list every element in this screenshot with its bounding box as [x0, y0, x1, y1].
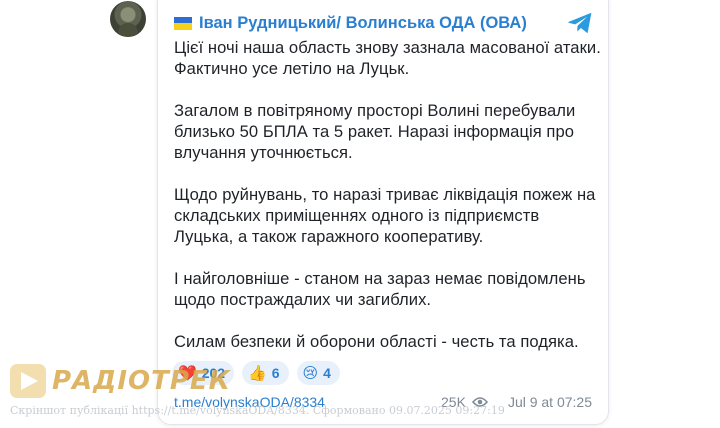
text-line: Загалом в повітряному просторі Волині пе… [174, 101, 576, 120]
reaction-crying[interactable]: 😢 4 [296, 361, 340, 385]
text-line: Луцька, а також гаражного кооперативу. [174, 227, 484, 246]
text-line: складських приміщеннях одного із підприє… [174, 206, 540, 225]
radiotrek-logo-icon [10, 364, 46, 398]
crying-face-icon: 😢 [302, 364, 319, 382]
reaction-thumbs-up[interactable]: 👍 6 [242, 361, 289, 385]
watermark-brand: РАДІОТРЕК [52, 366, 231, 396]
author-name[interactable]: Іван Рудницький/ Волинська ОДА (ОВА) [199, 14, 527, 33]
post-paragraph: Загалом в повітряному просторі Волині пе… [174, 100, 599, 163]
screenshot-caption: Скріншот публікації https://t.me/volynsk… [10, 404, 505, 417]
text-line: Силам безпеки й оборони області - честь … [174, 332, 579, 351]
post-header: Іван Рудницький/ Волинська ОДА (ОВА) [174, 10, 604, 36]
text-line: Цієї ночі наша область знову зазнала мас… [174, 38, 601, 57]
post-paragraph: Силам безпеки й оборони області - честь … [174, 331, 599, 352]
reaction-count: 6 [271, 365, 280, 381]
post-time: Jul 9 at 07:25 [507, 394, 592, 410]
post-paragraph: Щодо руйнувань, то наразі триває ліквіда… [174, 184, 599, 247]
ukraine-flag-icon [174, 16, 192, 30]
post-paragraph: І найголовніше - станом на зараз немає п… [174, 268, 599, 310]
text-line: близько 50 БПЛА та 5 ракет. Наразі інфор… [174, 122, 575, 141]
post-text: Цієї ночі наша область знову зазнала мас… [174, 37, 601, 373]
text-line: щодо постраждалих чи загиблих. [174, 290, 432, 309]
text-line: Щодо руйнувань, то наразі триває ліквіда… [174, 185, 596, 204]
author-avatar[interactable] [110, 1, 146, 37]
post-paragraph: Цієї ночі наша область знову зазнала мас… [174, 37, 601, 79]
text-line: І найголовніше - станом на зараз немає п… [174, 269, 586, 288]
text-line: Фактично усе летіло на Луцьк. [174, 59, 410, 78]
text-line: влучання уточнюється. [174, 143, 353, 162]
telegram-icon[interactable] [567, 11, 593, 35]
thumbs-up-icon: 👍 [248, 364, 267, 382]
reaction-count: 4 [323, 365, 331, 381]
